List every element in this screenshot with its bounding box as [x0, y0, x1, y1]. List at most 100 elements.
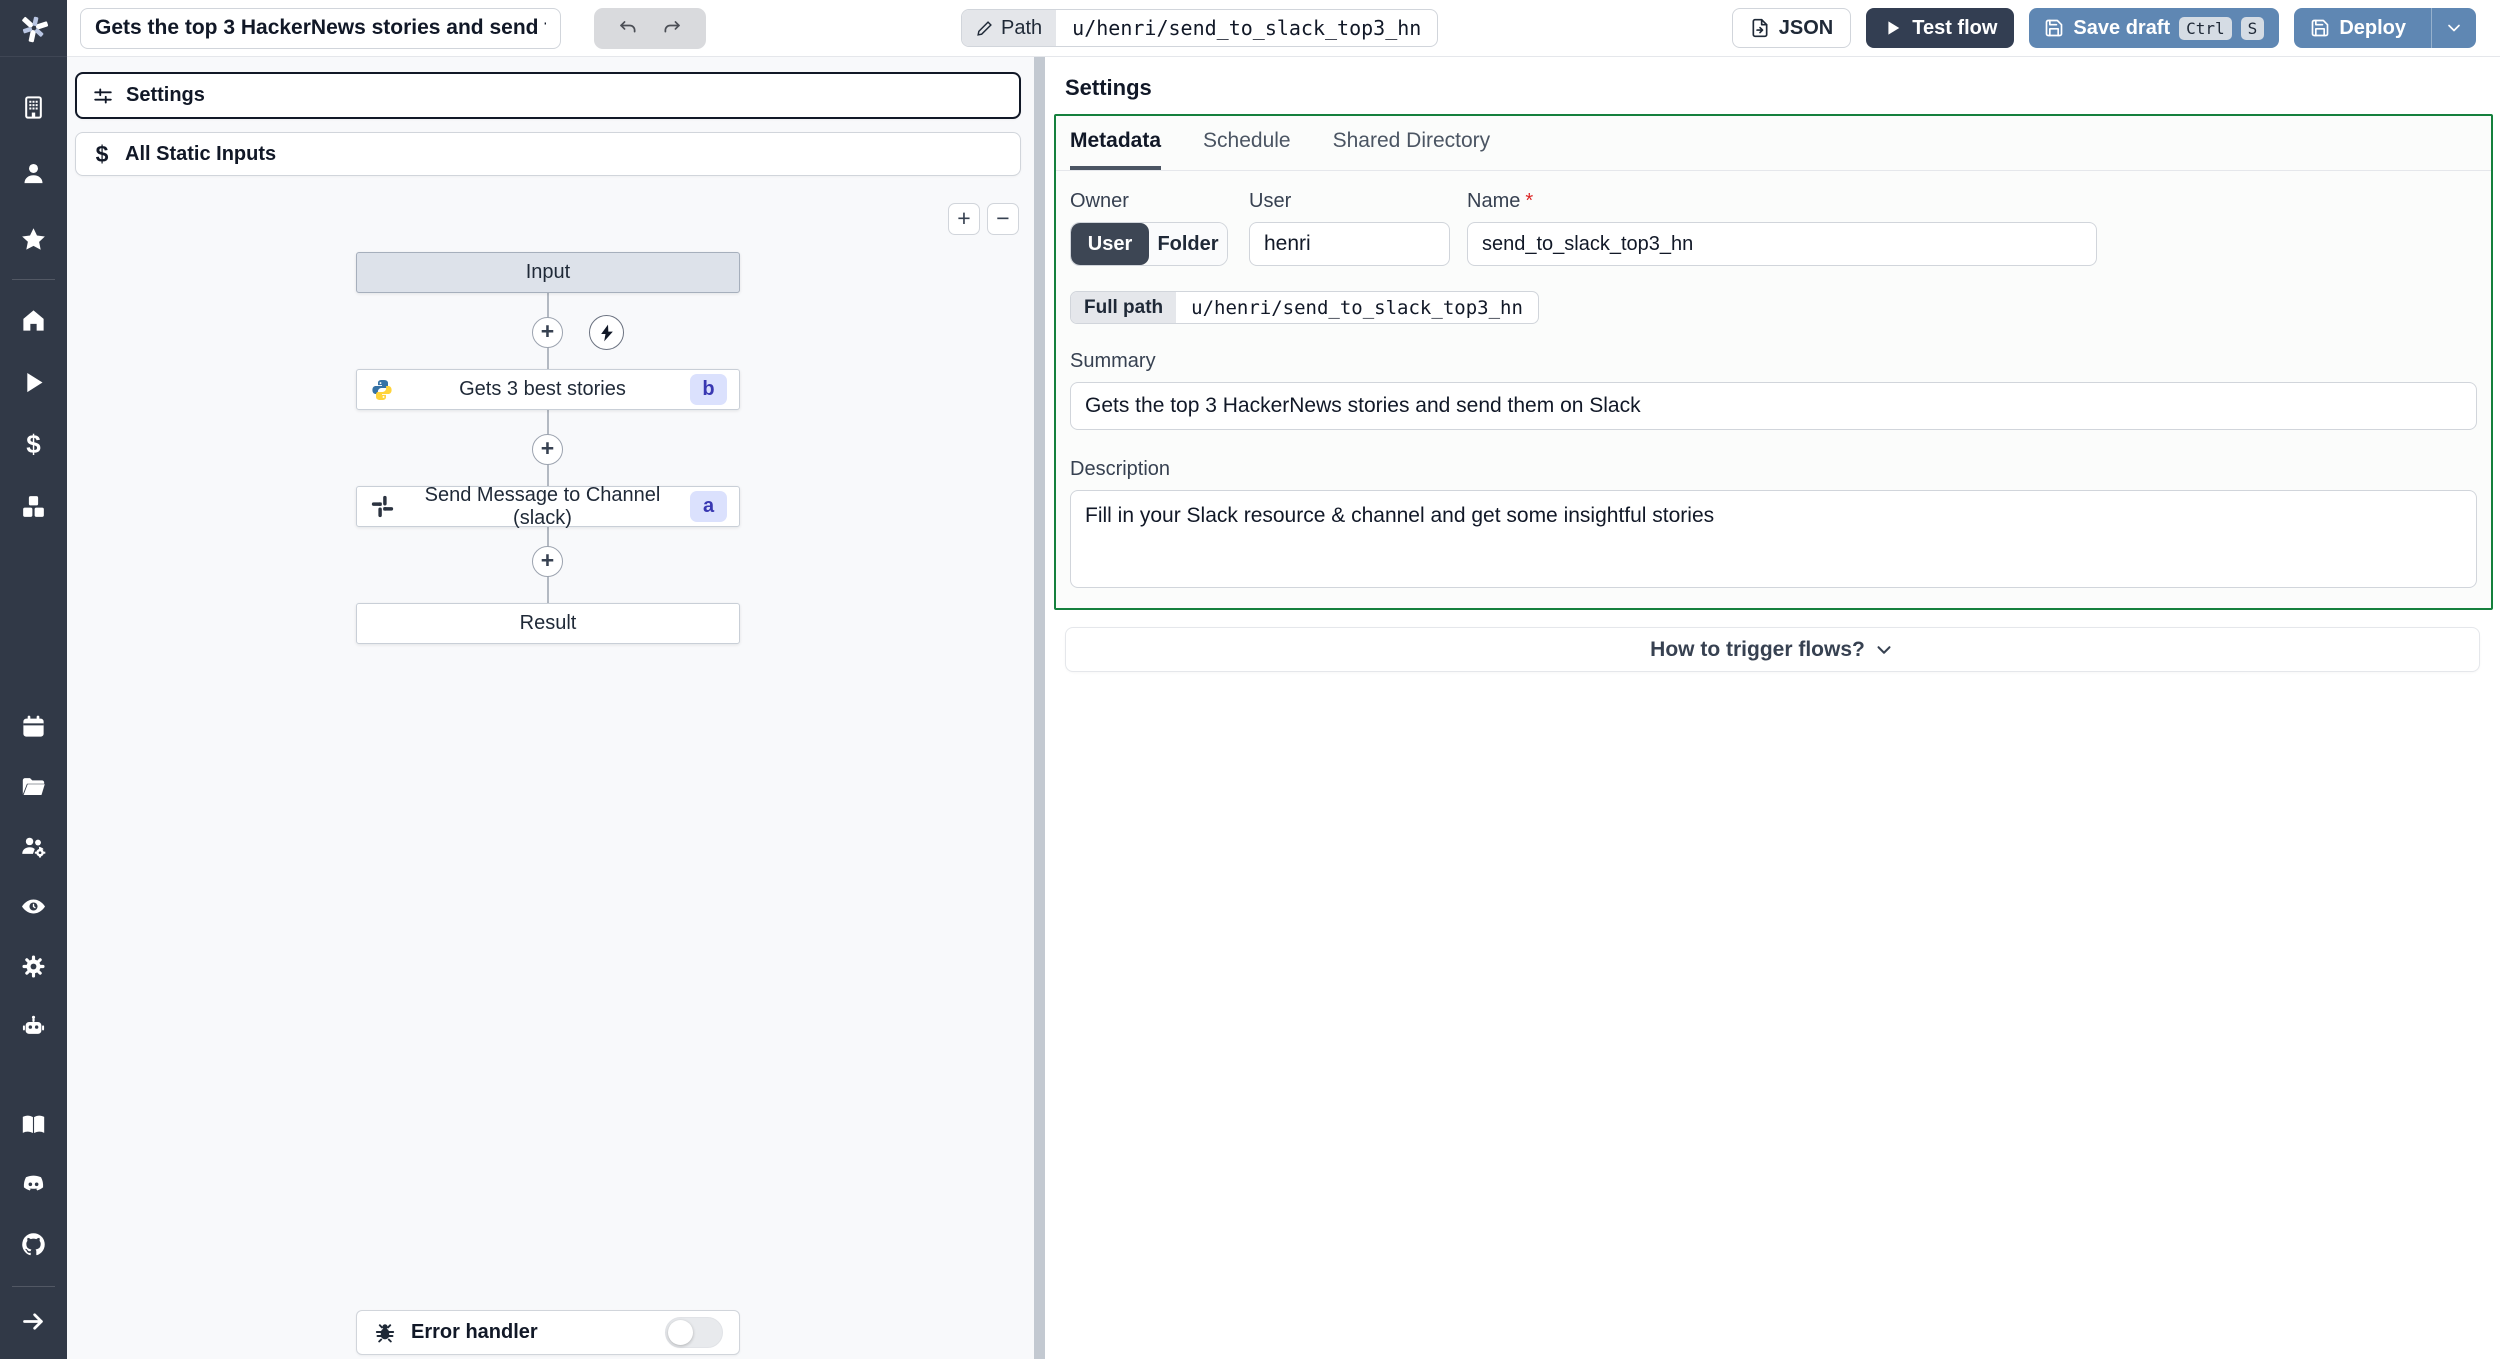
- error-handler-toggle[interactable]: [665, 1317, 723, 1348]
- lightning-icon: [600, 324, 613, 341]
- add-step-button[interactable]: +: [532, 546, 563, 577]
- sidebar-group-admin: [0, 706, 67, 1046]
- sidebar: $: [0, 0, 67, 1359]
- name-input[interactable]: [1467, 222, 2097, 266]
- zoom-out-button[interactable]: −: [987, 203, 1019, 235]
- step-b-label: Gets 3 best stories: [459, 378, 626, 400]
- add-step-button[interactable]: +: [532, 434, 563, 465]
- tab-metadata[interactable]: Metadata: [1070, 129, 1162, 170]
- sidebar-item-favorites[interactable]: [14, 219, 54, 259]
- sidebar-item-audit-logs[interactable]: [14, 886, 54, 926]
- zoom-in-button[interactable]: +: [948, 203, 980, 235]
- trigger-bolt-button[interactable]: [589, 315, 624, 350]
- flow-node-input[interactable]: Input: [356, 252, 740, 293]
- sidebar-item-variables[interactable]: $: [14, 424, 54, 464]
- content: Settings $ All Static Inputs + − Input +: [67, 57, 2500, 1359]
- sidebar-item-user[interactable]: [14, 153, 54, 193]
- sidebar-group-main: $: [0, 300, 67, 526]
- full-path-chip: Full path u/henri/send_to_slack_top3_hn: [1070, 291, 1539, 324]
- shortcut-s: S: [2240, 16, 2265, 40]
- redo-icon[interactable]: [661, 18, 682, 39]
- flow-node-step-b[interactable]: Gets 3 best stories b: [356, 369, 740, 410]
- eye-icon: [22, 899, 45, 913]
- required-asterisk: *: [1525, 190, 1534, 212]
- sidebar-item-schedules[interactable]: [14, 706, 54, 746]
- summary-label: Summary: [1070, 350, 1156, 372]
- chevron-down-icon: [1877, 645, 1891, 654]
- arrow-right-icon: [23, 1312, 43, 1330]
- chevron-down-icon: [2448, 24, 2460, 32]
- owner-option-user[interactable]: User: [1071, 223, 1149, 265]
- undo-icon[interactable]: [618, 18, 639, 39]
- owner-option-folder[interactable]: Folder: [1149, 223, 1227, 265]
- main-area: Path u/henri/send_to_slack_top3_hn JSON …: [67, 0, 2500, 1359]
- result-node-label: Result: [519, 612, 577, 634]
- tab-shared-directory[interactable]: Shared Directory: [1333, 129, 1491, 170]
- sidebar-item-groups[interactable]: [14, 826, 54, 866]
- windmill-logo[interactable]: [0, 0, 67, 57]
- input-node-label: Input: [525, 261, 571, 283]
- slack-icon: [369, 494, 395, 520]
- name-label-text: Name: [1467, 190, 1521, 212]
- settings-highlight-box: Metadata Schedule Shared Directory Owner…: [1054, 114, 2493, 610]
- save-draft-label: Save draft: [2073, 16, 2171, 39]
- toggle-knob: [668, 1320, 693, 1345]
- sidebar-item-workspace[interactable]: [14, 87, 54, 127]
- user-input[interactable]: [1249, 222, 1450, 266]
- sidebar-item-settings[interactable]: [14, 946, 54, 986]
- gear-icon: [22, 954, 45, 978]
- tab-schedule[interactable]: Schedule: [1203, 129, 1291, 170]
- flow-settings-item[interactable]: Settings: [75, 72, 1021, 119]
- full-path-value: u/henri/send_to_slack_top3_hn: [1191, 296, 1523, 319]
- how-to-trigger-button[interactable]: How to trigger flows?: [1065, 627, 2480, 672]
- json-button-label: JSON: [1778, 16, 1834, 39]
- json-button[interactable]: JSON: [1731, 8, 1852, 48]
- folder-open-icon: [22, 777, 45, 795]
- flow-node-step-a[interactable]: Send Message to Channel (slack) a: [356, 484, 740, 529]
- error-handler-node[interactable]: Error handler: [356, 1310, 740, 1355]
- github-icon: [22, 1232, 45, 1255]
- flow-graph-panel: Settings $ All Static Inputs + − Input +: [67, 57, 1034, 1359]
- static-inputs-label: All Static Inputs: [125, 142, 277, 165]
- deploy-button[interactable]: Deploy: [2294, 8, 2422, 48]
- dollar-icon: $: [26, 428, 41, 459]
- sidebar-item-home[interactable]: [14, 300, 54, 340]
- description-textarea[interactable]: Fill in your Slack resource & channel an…: [1070, 490, 2477, 588]
- home-icon: [23, 309, 44, 331]
- book-open-icon: [22, 1115, 45, 1133]
- full-path-label: Full path: [1071, 292, 1177, 323]
- sidebar-item-resources[interactable]: [14, 486, 54, 526]
- save-draft-button[interactable]: Save draft Ctrl S: [2029, 8, 2280, 48]
- summary-input[interactable]: [1070, 382, 2477, 430]
- flow-node-result[interactable]: Result: [356, 603, 740, 644]
- add-step-button[interactable]: +: [532, 317, 563, 348]
- deploy-options-button[interactable]: [2431, 8, 2476, 48]
- expand-sidebar-button[interactable]: [14, 1301, 54, 1341]
- discord-icon: [23, 1175, 44, 1190]
- sidebar-item-discord[interactable]: [14, 1164, 54, 1204]
- sidebar-item-docs[interactable]: [14, 1104, 54, 1144]
- sidebar-item-runs[interactable]: [14, 362, 54, 402]
- path-chip[interactable]: Path u/henri/send_to_slack_top3_hn: [961, 9, 1439, 47]
- sidebar-item-assistant[interactable]: [14, 1006, 54, 1046]
- robot-icon: [22, 1015, 45, 1034]
- owner-field-group: Owner User Folder: [1070, 190, 1228, 266]
- step-a-badge: a: [690, 491, 727, 522]
- user-label: User: [1249, 190, 1292, 212]
- flow-static-inputs-item[interactable]: $ All Static Inputs: [75, 132, 1021, 176]
- flow-title-input[interactable]: [80, 7, 561, 49]
- step-b-badge: b: [690, 374, 727, 405]
- play-icon: [27, 372, 43, 392]
- how-to-trigger-label: How to trigger flows?: [1650, 637, 1865, 661]
- canvas-zoom-controls: + −: [948, 203, 1019, 235]
- user-field-group: User: [1249, 190, 1450, 266]
- test-flow-button[interactable]: Test flow: [1866, 8, 2015, 48]
- sidebar-item-folders[interactable]: [14, 766, 54, 806]
- panel-resizer[interactable]: [1034, 57, 1045, 1359]
- file-export-icon: [1752, 18, 1768, 38]
- sidebar-item-github[interactable]: [14, 1224, 54, 1264]
- path-value: u/henri/send_to_slack_top3_hn: [1072, 16, 1422, 40]
- flow-settings-panel: Settings Metadata Schedule Shared Direct…: [1045, 57, 2500, 1359]
- path-label: Path: [1001, 16, 1043, 39]
